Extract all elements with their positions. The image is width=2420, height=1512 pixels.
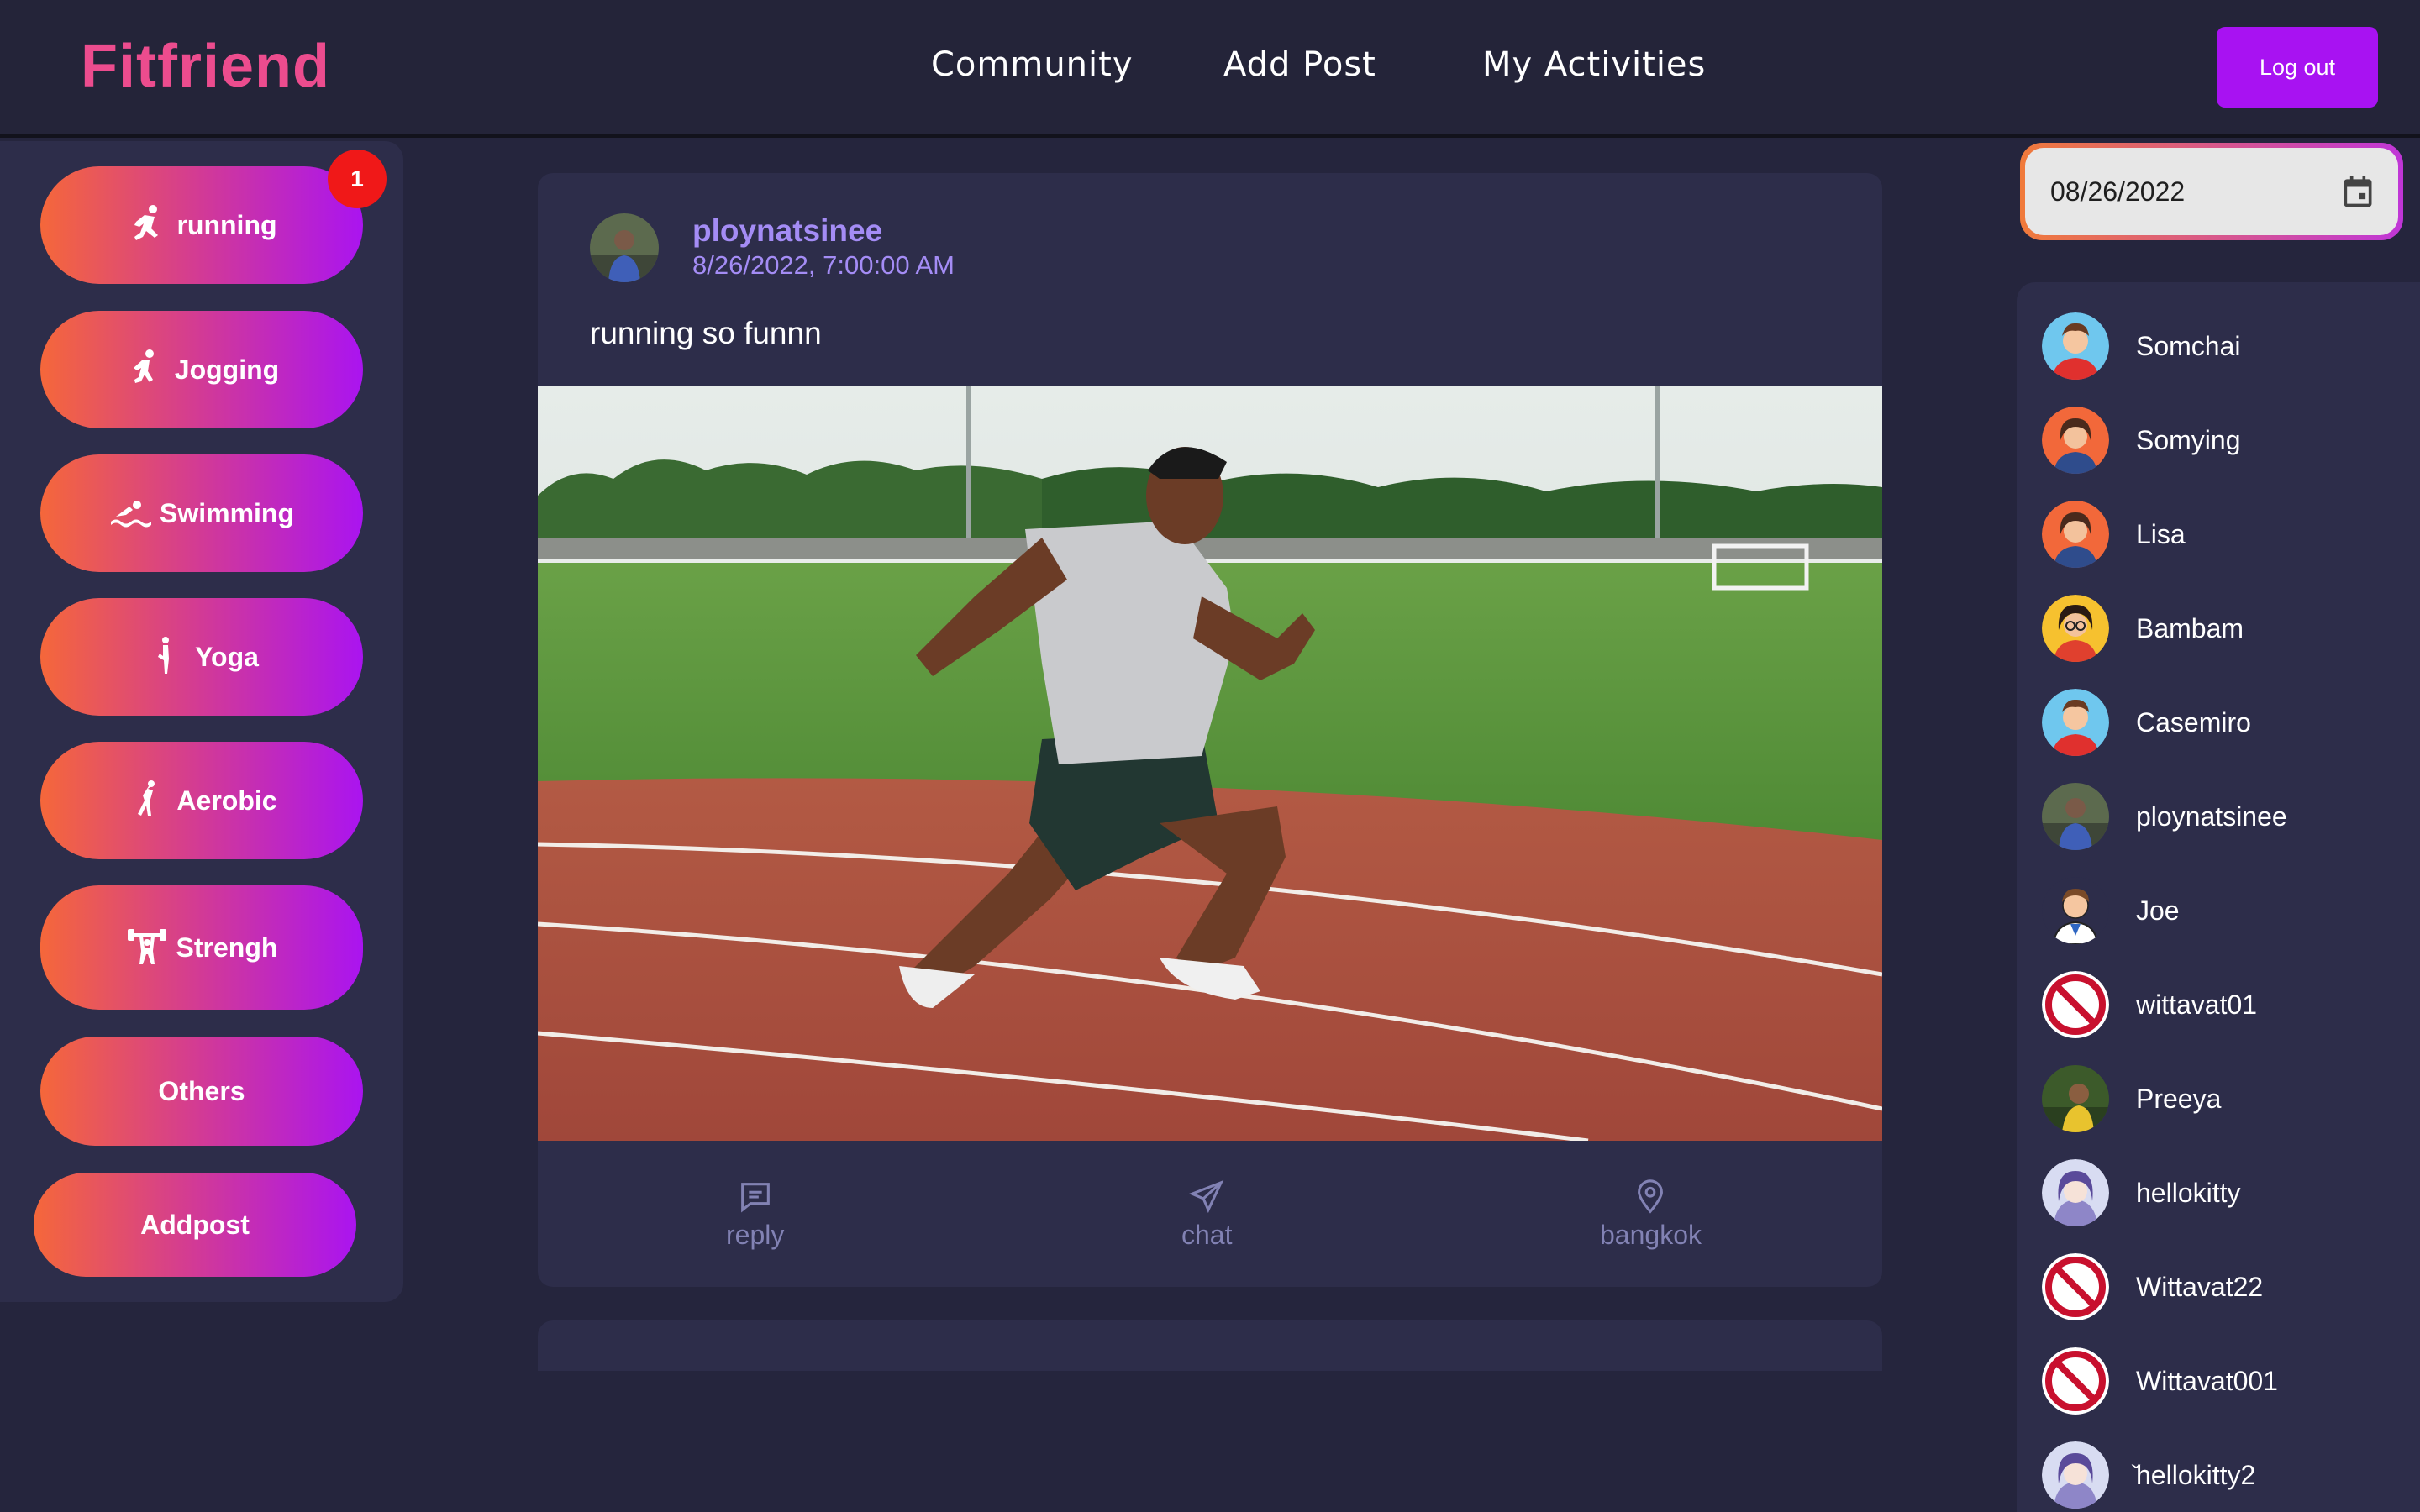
category-aerobic-button[interactable]: Aerobic	[40, 742, 363, 859]
top-navbar: Fitfriend Community Add Post My Activiti…	[0, 0, 2420, 138]
user-name: Wittavat22	[2136, 1271, 2264, 1302]
user-list-item[interactable]: wittavat01	[2042, 969, 2257, 1040]
user-list-item[interactable]: Somchai	[2042, 311, 2241, 381]
user-name: Somchai	[2136, 330, 2241, 361]
category-jogging-button[interactable]: Jogging	[40, 311, 363, 428]
user-list-item[interactable]: ploynatsinee	[2042, 781, 2287, 852]
post-photo	[538, 386, 1882, 1141]
user-avatar	[2042, 1065, 2109, 1132]
swimming-icon	[110, 501, 151, 528]
user-name: Preeya	[2136, 1083, 2222, 1114]
nav-add-post[interactable]: Add Post	[1223, 45, 1376, 84]
reply-button[interactable]: reply	[726, 1178, 784, 1251]
post-author-name[interactable]: ploynatsinee	[692, 213, 882, 249]
notification-badge: 1	[328, 150, 387, 208]
user-avatar	[2042, 501, 2109, 568]
user-name: hellokitty	[2136, 1177, 2241, 1208]
user-list-item[interactable]: hellokitty	[2042, 1158, 2241, 1228]
date-field[interactable]: 08/26/2022	[2025, 148, 2398, 235]
user-list-panel: Somchai Somying Lisa Bambam Casemiro plo…	[2017, 282, 2420, 1512]
user-name: Joe	[2136, 895, 2180, 926]
user-list-item[interactable]: Somying	[2042, 405, 2241, 475]
nav-my-activities[interactable]: My Activities	[1482, 45, 1706, 84]
category-label: Strengh	[176, 932, 278, 963]
user-name: Somying	[2136, 424, 2241, 455]
location-pin-icon	[1638, 1179, 1664, 1214]
category-label: Swimming	[159, 497, 294, 528]
calendar-icon[interactable]	[2339, 173, 2376, 210]
user-name: ploynatsinee	[2136, 801, 2287, 832]
category-label: Others	[158, 1075, 245, 1106]
post-card: ploynatsinee 8/26/2022, 7:00:00 AM runni…	[538, 173, 1882, 1287]
category-label: Jogging	[174, 354, 280, 385]
reply-label: reply	[726, 1220, 785, 1250]
user-avatar	[2042, 312, 2109, 380]
user-name: Bambam	[2136, 612, 2244, 643]
yoga-icon	[158, 637, 170, 674]
location-label: bangkok	[1600, 1220, 1702, 1250]
weightlifting-icon	[127, 929, 166, 964]
category-strength-button[interactable]: Strengh	[40, 885, 363, 1010]
post-timestamp: 8/26/2022, 7:00:00 AM	[692, 250, 955, 280]
user-name: Wittavat001	[2136, 1365, 2278, 1396]
jogging-icon	[133, 349, 154, 383]
chat-label: chat	[1181, 1220, 1233, 1250]
user-list-item[interactable]: Bambam	[2042, 593, 2244, 664]
user-name: wittavat01	[2136, 989, 2258, 1020]
aerobic-icon	[138, 780, 155, 816]
date-filter-input[interactable]: 08/26/2022	[2020, 143, 2403, 240]
running-icon	[134, 205, 159, 240]
category-label: Aerobic	[176, 785, 277, 816]
date-value: 08/26/2022	[2050, 176, 2186, 207]
send-icon	[1188, 1179, 1224, 1214]
category-swimming-button[interactable]: Swimming	[40, 454, 363, 572]
no-entry-icon	[2042, 971, 2109, 1038]
nav-community[interactable]: Community	[931, 45, 1134, 84]
user-avatar	[2042, 1441, 2109, 1509]
category-yoga-button[interactable]: Yoga	[40, 598, 363, 716]
no-entry-icon	[2042, 1253, 2109, 1320]
category-running-button[interactable]: running	[40, 166, 363, 284]
user-avatar	[2042, 1159, 2109, 1226]
user-list-item[interactable]: Joe	[2042, 875, 2180, 946]
logout-button[interactable]: Log out	[2217, 27, 2378, 108]
user-list-item[interactable]: Lisa	[2042, 499, 2186, 570]
user-list-item[interactable]: ̌hellokitty2	[2042, 1440, 2255, 1510]
next-post-card	[538, 1320, 1882, 1371]
user-name: Lisa	[2136, 518, 2186, 549]
user-avatar	[2042, 407, 2109, 474]
post-text: running so funnn	[590, 316, 822, 350]
user-list-item[interactable]: Wittavat22	[2042, 1252, 2263, 1322]
user-list-item[interactable]: Casemiro	[2042, 687, 2251, 758]
user-avatar	[2042, 689, 2109, 756]
category-label: Yoga	[195, 641, 259, 672]
chat-button[interactable]: chat	[1181, 1178, 1232, 1251]
user-avatar	[2042, 595, 2109, 662]
user-avatar	[2042, 971, 2109, 1038]
addpost-button[interactable]: Addpost	[34, 1173, 356, 1277]
user-avatar	[2042, 1347, 2109, 1415]
user-list-item[interactable]: Wittavat001	[2042, 1346, 2278, 1416]
message-icon	[740, 1183, 770, 1213]
user-avatar	[2042, 877, 2109, 944]
user-name: ̌hellokitty2	[2136, 1459, 2256, 1490]
brand-logo[interactable]: Fitfriend	[81, 32, 330, 101]
category-others-button[interactable]: Others	[40, 1037, 363, 1146]
no-entry-icon	[2042, 1347, 2109, 1415]
category-label: Addpost	[140, 1209, 250, 1240]
user-avatar	[2042, 1253, 2109, 1320]
post-author-avatar[interactable]	[590, 213, 659, 282]
location-button[interactable]: bangkok	[1600, 1178, 1702, 1251]
user-avatar	[2042, 783, 2109, 850]
user-name: Casemiro	[2136, 706, 2251, 738]
category-label: running	[176, 209, 277, 240]
user-list-item[interactable]: Preeya	[2042, 1063, 2221, 1134]
